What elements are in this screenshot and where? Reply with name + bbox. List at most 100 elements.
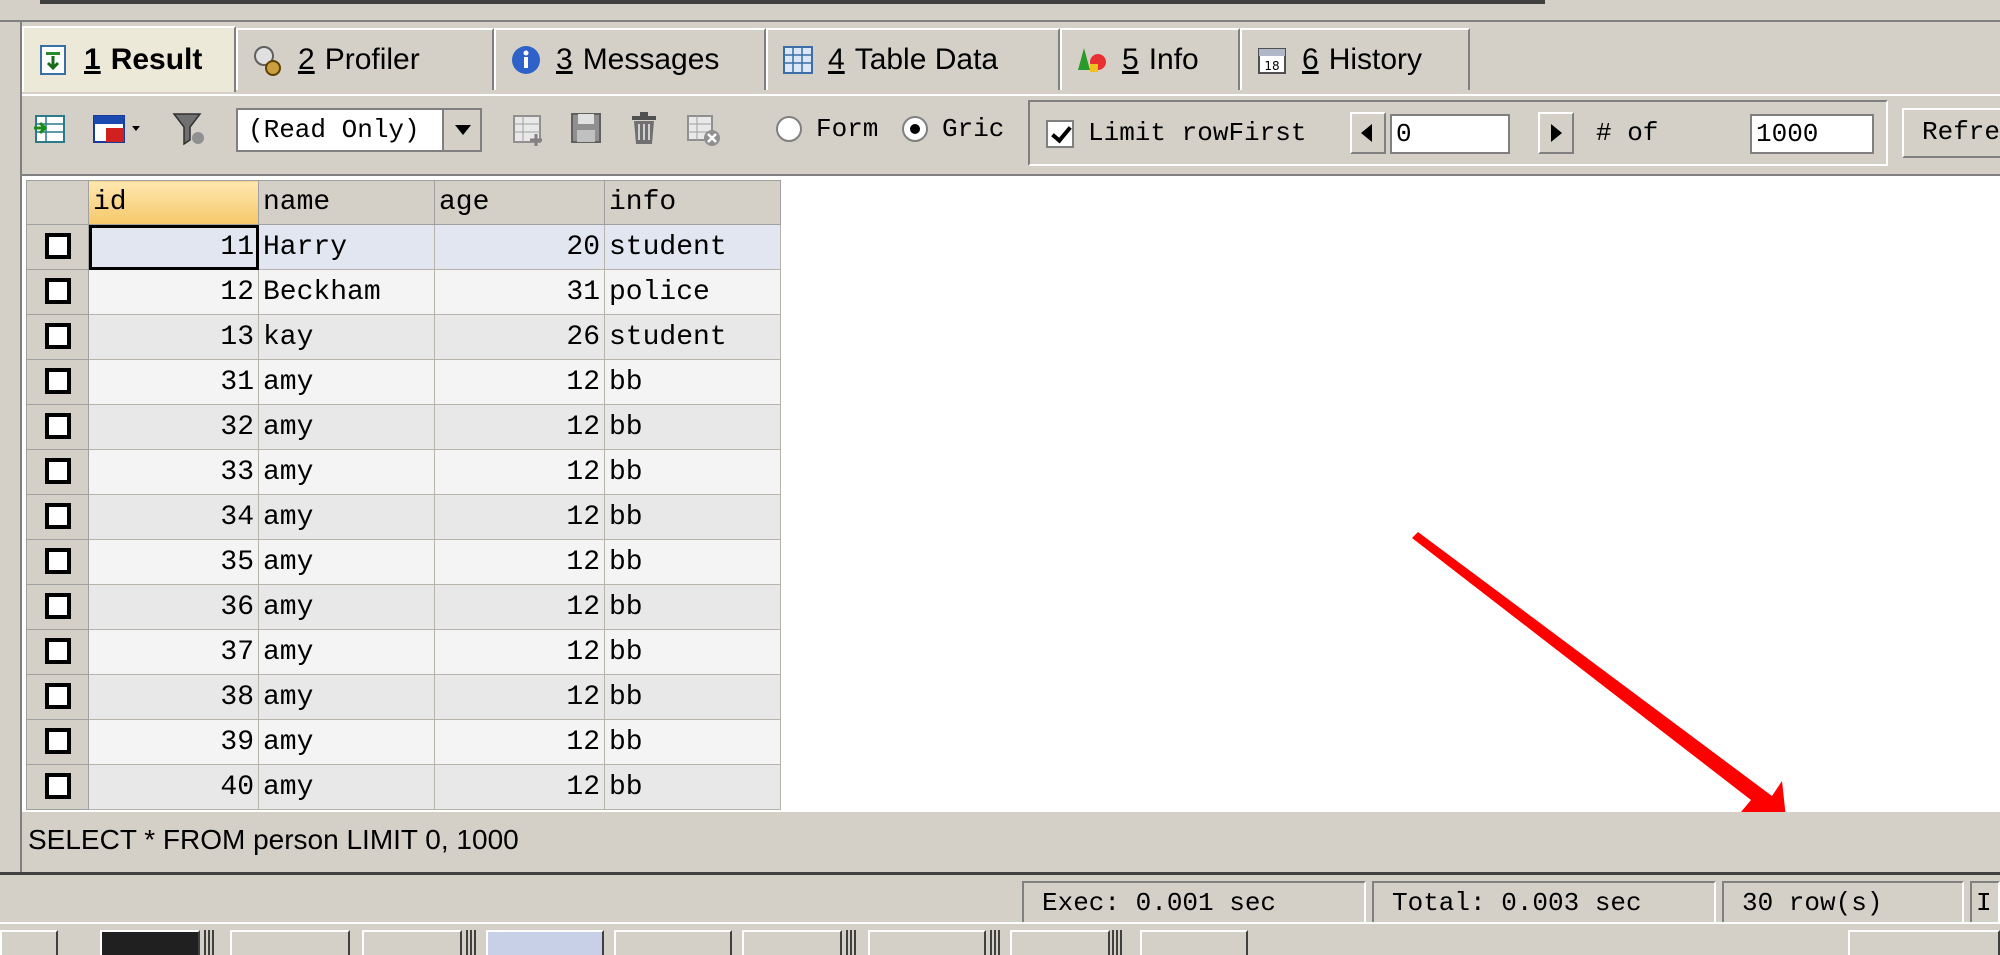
cell-name[interactable]: amy xyxy=(258,629,435,675)
cell-id[interactable]: 36 xyxy=(88,584,259,630)
row-checkbox[interactable] xyxy=(44,548,71,575)
tab-messages[interactable]: 3 Messages xyxy=(494,28,766,90)
cell-name[interactable]: amy xyxy=(258,359,435,405)
cell-age[interactable]: 12 xyxy=(434,674,605,720)
cell-name[interactable]: Harry xyxy=(258,224,435,270)
row-select-cell[interactable] xyxy=(26,584,89,630)
cell-info[interactable]: bb xyxy=(604,764,781,810)
cell-name[interactable]: amy xyxy=(258,764,435,810)
cell-age[interactable]: 12 xyxy=(434,404,605,450)
form-view-radio[interactable] xyxy=(776,116,802,142)
grid-view-radio[interactable] xyxy=(902,116,928,142)
cancel-changes-icon[interactable] xyxy=(684,110,722,148)
row-checkbox[interactable] xyxy=(44,233,71,260)
row-select-cell[interactable] xyxy=(26,539,89,585)
cell-age[interactable]: 12 xyxy=(434,719,605,765)
table-row[interactable]: 37 amy 12 bb xyxy=(26,629,781,675)
cell-age[interactable]: 12 xyxy=(434,494,605,540)
cell-age[interactable]: 12 xyxy=(434,584,605,630)
export-icon[interactable] xyxy=(32,110,70,148)
row-select-cell[interactable] xyxy=(26,404,89,450)
row-checkbox[interactable] xyxy=(44,458,71,485)
table-row[interactable]: 36 amy 12 bb xyxy=(26,584,781,630)
tab-result[interactable]: 1 Result xyxy=(22,26,236,92)
column-header-age[interactable]: age xyxy=(434,180,605,225)
cell-info[interactable]: bb xyxy=(604,404,781,450)
cell-info[interactable]: bb xyxy=(604,674,781,720)
cell-name[interactable]: amy xyxy=(258,584,435,630)
taskbar-item[interactable] xyxy=(362,930,462,955)
table-row[interactable]: 34 amy 12 bb xyxy=(26,494,781,540)
cell-age[interactable]: 12 xyxy=(434,629,605,675)
cell-id[interactable]: 39 xyxy=(88,719,259,765)
cell-name[interactable]: Beckham xyxy=(258,269,435,315)
row-count-input[interactable]: 1000 xyxy=(1750,114,1874,154)
filter-icon[interactable] xyxy=(170,110,208,148)
table-row[interactable]: 35 amy 12 bb xyxy=(26,539,781,585)
row-select-cell[interactable] xyxy=(26,629,89,675)
cell-age[interactable]: 12 xyxy=(434,764,605,810)
table-row[interactable]: 40 amy 12 bb xyxy=(26,764,781,810)
row-checkbox[interactable] xyxy=(44,278,71,305)
column-header-name[interactable]: name xyxy=(258,180,435,225)
first-row-input[interactable]: 0 xyxy=(1390,114,1510,154)
delete-icon[interactable] xyxy=(626,110,664,148)
cell-name[interactable]: amy xyxy=(258,539,435,585)
cell-id[interactable]: 34 xyxy=(88,494,259,540)
taskbar-item[interactable] xyxy=(614,930,732,955)
row-select-cell[interactable] xyxy=(26,359,89,405)
table-row[interactable]: 13 kay 26 student xyxy=(26,314,781,360)
table-row[interactable]: 32 amy 12 bb xyxy=(26,404,781,450)
next-page-button[interactable] xyxy=(1538,112,1574,154)
taskbar-item[interactable] xyxy=(100,930,200,955)
cell-age[interactable]: 12 xyxy=(434,359,605,405)
taskbar-item[interactable] xyxy=(868,930,986,955)
row-checkbox[interactable] xyxy=(44,368,71,395)
cell-info[interactable]: bb xyxy=(604,359,781,405)
cell-id[interactable]: 32 xyxy=(88,404,259,450)
taskbar-item[interactable] xyxy=(1140,930,1248,955)
grid-options-icon[interactable] xyxy=(92,110,146,148)
tab-table-data[interactable]: 4 Table Data xyxy=(766,28,1060,90)
taskbar-item[interactable] xyxy=(486,930,604,955)
table-row[interactable]: 38 amy 12 bb xyxy=(26,674,781,720)
cell-id[interactable]: 13 xyxy=(88,314,259,360)
cell-info[interactable]: student xyxy=(604,224,781,270)
table-row[interactable]: 12 Beckham 31 police xyxy=(26,269,781,315)
column-header-id[interactable]: id xyxy=(88,180,259,225)
cell-info[interactable]: bb xyxy=(604,539,781,585)
prev-page-button[interactable] xyxy=(1350,112,1386,154)
cell-name[interactable]: amy xyxy=(258,494,435,540)
row-select-cell[interactable] xyxy=(26,764,89,810)
select-all-header[interactable] xyxy=(26,180,89,225)
row-select-cell[interactable] xyxy=(26,224,89,270)
cell-id[interactable]: 11 xyxy=(88,224,259,270)
cell-id[interactable]: 35 xyxy=(88,539,259,585)
cell-info[interactable]: student xyxy=(604,314,781,360)
row-select-cell[interactable] xyxy=(26,494,89,540)
cell-info[interactable]: police xyxy=(604,269,781,315)
table-row[interactable]: 31 amy 12 bb xyxy=(26,359,781,405)
mode-select[interactable]: (Read Only) xyxy=(236,108,482,152)
taskbar-item[interactable] xyxy=(742,930,842,955)
taskbar-item[interactable] xyxy=(0,930,58,955)
cell-age[interactable]: 12 xyxy=(434,539,605,585)
limit-rows-checkbox[interactable] xyxy=(1046,120,1074,148)
chevron-down-icon[interactable] xyxy=(442,110,480,150)
cell-name[interactable]: kay xyxy=(258,314,435,360)
save-icon[interactable] xyxy=(568,110,606,148)
cell-id[interactable]: 37 xyxy=(88,629,259,675)
tab-info[interactable]: 5 Info xyxy=(1060,28,1240,90)
cell-id[interactable]: 12 xyxy=(88,269,259,315)
row-select-cell[interactable] xyxy=(26,449,89,495)
row-checkbox[interactable] xyxy=(44,323,71,350)
row-checkbox[interactable] xyxy=(44,593,71,620)
cell-age[interactable]: 20 xyxy=(434,224,605,270)
cell-name[interactable]: amy xyxy=(258,404,435,450)
top-scrollbar[interactable] xyxy=(40,0,1545,4)
row-checkbox[interactable] xyxy=(44,503,71,530)
cell-id[interactable]: 40 xyxy=(88,764,259,810)
row-checkbox[interactable] xyxy=(44,413,71,440)
tab-history[interactable]: 18 6 History xyxy=(1240,28,1470,90)
tab-profiler[interactable]: 2 Profiler xyxy=(236,28,494,90)
